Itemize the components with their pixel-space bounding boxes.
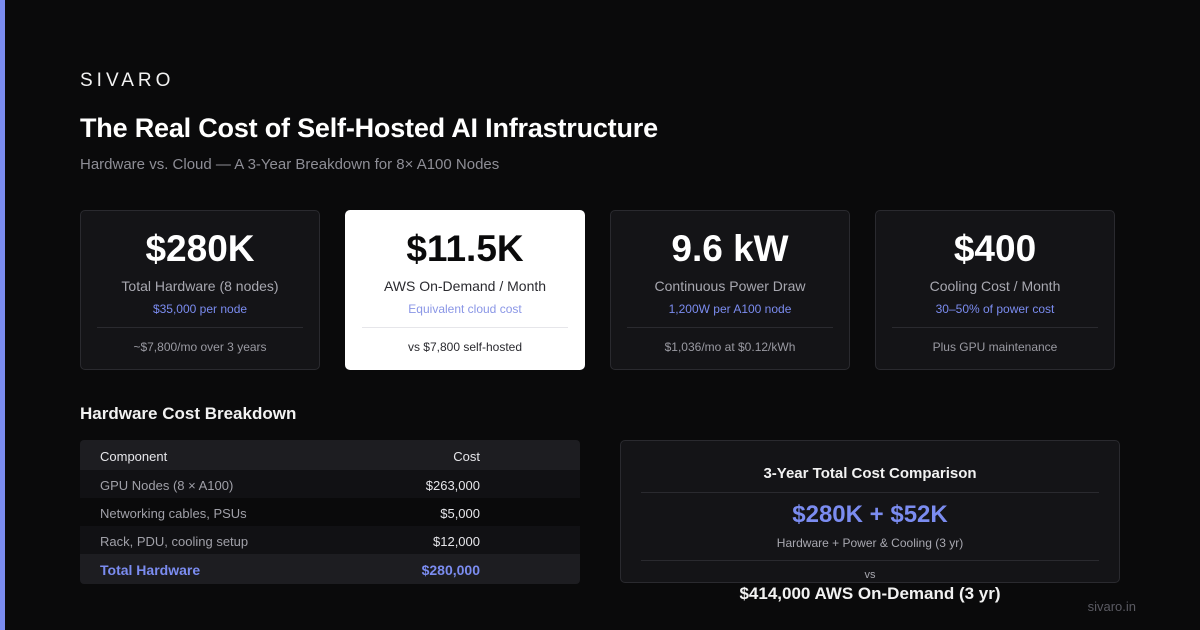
comparison-title: 3-Year Total Cost Comparison xyxy=(763,465,977,482)
card-divider xyxy=(97,327,303,328)
stat-value: 9.6 kW xyxy=(671,228,789,269)
column-header-component: Component xyxy=(100,449,168,464)
table-cell-cost: $263,000 xyxy=(425,478,480,493)
comparison-divider xyxy=(641,492,1099,493)
stat-label: Total Hardware (8 nodes) xyxy=(121,278,279,294)
stat-card-power-draw: 9.6 kW Continuous Power Draw 1,200W per … xyxy=(610,210,850,370)
stat-label: Continuous Power Draw xyxy=(654,278,806,294)
brand-logo: SIVARO xyxy=(80,70,175,91)
accent-bar xyxy=(0,0,5,630)
stat-foot: vs $7,800 self-hosted xyxy=(407,340,523,354)
comparison-value: $280K + $52K xyxy=(792,501,948,528)
stat-card-aws-monthly: $11.5K AWS On-Demand / Month Equivalent … xyxy=(345,210,585,370)
stat-sub: 1,200W per A100 node xyxy=(668,302,792,316)
comparison-label: Hardware + Power & Cooling (3 yr) xyxy=(776,536,964,550)
table-row: Networking cables, PSUs $5,000 xyxy=(80,498,580,526)
stat-card-cooling-cost: $400 Cooling Cost / Month 30–50% of powe… xyxy=(875,210,1115,370)
comparison-aws-total: $414,000 AWS On-Demand (3 yr) xyxy=(739,584,1001,603)
page-subtitle: Hardware vs. Cloud — A 3-Year Breakdown … xyxy=(80,156,500,173)
breakdown-title: Hardware Cost Breakdown xyxy=(80,404,297,423)
total-value: $280,000 xyxy=(421,562,480,578)
stat-value: $400 xyxy=(953,228,1037,269)
stat-label: AWS On-Demand / Month xyxy=(383,278,547,294)
table-total-row: Total Hardware $280,000 xyxy=(80,554,580,584)
card-divider xyxy=(362,327,568,328)
stat-sub: Equivalent cloud cost xyxy=(408,302,522,316)
table-row: GPU Nodes (8 × A100) $263,000 xyxy=(80,470,580,498)
stat-foot: $1,036/mo at $0.12/kWh xyxy=(664,340,796,354)
table-cell-cost: $12,000 xyxy=(433,534,480,549)
comparison-panel: 3-Year Total Cost Comparison $280K + $52… xyxy=(620,440,1120,583)
stat-sub: 30–50% of power cost xyxy=(935,302,1055,316)
stat-foot: ~$7,800/mo over 3 years xyxy=(133,340,267,354)
table-row: Rack, PDU, cooling setup $12,000 xyxy=(80,526,580,554)
stat-sub: $35,000 per node xyxy=(152,302,248,316)
card-divider xyxy=(627,327,833,328)
comparison-divider xyxy=(641,560,1099,561)
stat-label: Cooling Cost / Month xyxy=(929,278,1061,294)
stat-foot: Plus GPU maintenance xyxy=(932,340,1058,354)
page-title: The Real Cost of Self-Hosted AI Infrastr… xyxy=(80,113,658,143)
hardware-cost-table: Component Cost GPU Nodes (8 × A100) $263… xyxy=(80,440,580,584)
total-label: Total Hardware xyxy=(100,562,201,578)
table-cell-cost: $5,000 xyxy=(440,506,480,521)
stat-value: $280K xyxy=(145,228,255,269)
table-cell-component: Networking cables, PSUs xyxy=(100,506,247,521)
table-cell-component: Rack, PDU, cooling setup xyxy=(100,534,249,549)
stat-card-total-hardware: $280K Total Hardware (8 nodes) $35,000 p… xyxy=(80,210,320,370)
comparison-vs: vs xyxy=(864,569,876,581)
footer-url: sivaro.in xyxy=(1087,599,1136,614)
table-header-row: Component Cost xyxy=(80,440,580,470)
column-header-cost: Cost xyxy=(453,449,480,464)
card-divider xyxy=(892,327,1098,328)
table-cell-component: GPU Nodes (8 × A100) xyxy=(100,478,234,493)
stat-value: $11.5K xyxy=(406,228,524,269)
